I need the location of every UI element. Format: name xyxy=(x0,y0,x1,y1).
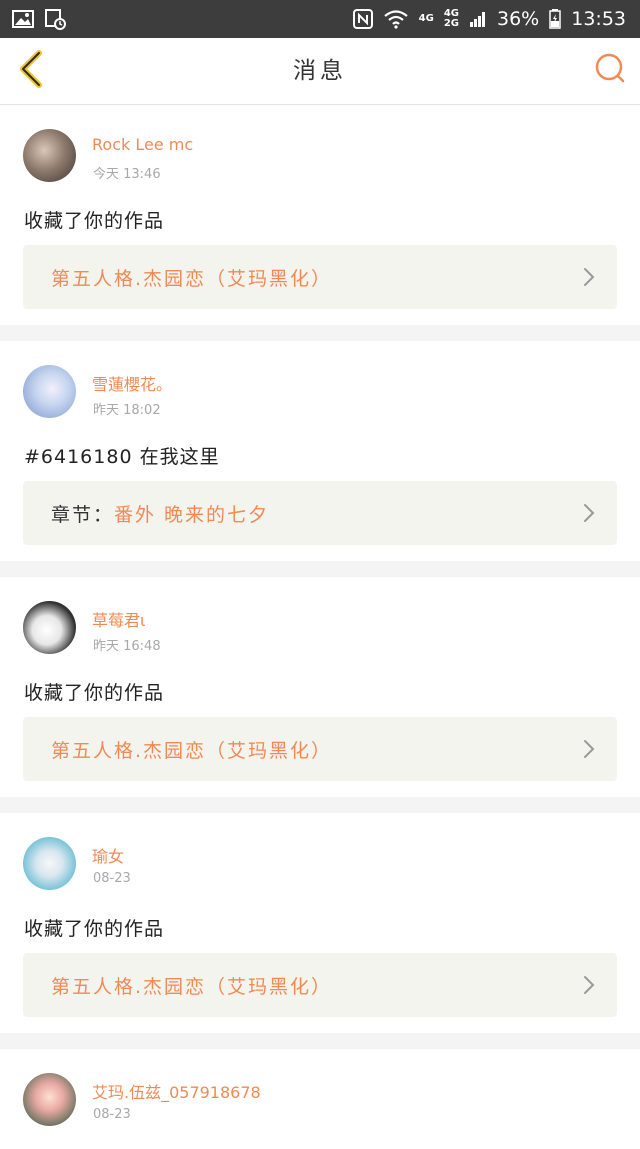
image-icon xyxy=(12,9,34,29)
status-bar: 4G 4G 2G 36% 13:53 xyxy=(0,0,640,38)
battery-icon xyxy=(549,9,561,29)
message-action: #6416180 在我这里 xyxy=(24,446,220,468)
avatar[interactable] xyxy=(23,837,76,890)
avatar[interactable] xyxy=(23,129,76,182)
message-card: 雪蓮櫻花。 昨天 18:02 #6416180 在我这里 章节：番外 晚来的七夕 xyxy=(0,341,640,561)
work-link[interactable]: 第五人格.杰园恋（艾玛黑化） xyxy=(23,717,617,781)
network-type-label-3: 2G xyxy=(443,18,459,29)
message-user-row: 草莓君ι 昨天 16:48 xyxy=(0,593,640,677)
gallery-sync-icon xyxy=(44,8,66,30)
message-user-row: 瑜女 08-23 xyxy=(0,829,640,913)
nfc-icon xyxy=(352,9,373,29)
message-card: 艾玛.伍兹_057918678 08-23 xyxy=(0,1049,640,1149)
message-action: 收藏了你的作品 xyxy=(24,682,165,704)
message-time: 08-23 xyxy=(93,871,131,886)
avatar[interactable] xyxy=(23,601,76,654)
app-header: 消息 xyxy=(0,38,640,105)
work-title: 第五人格.杰园恋（艾玛黑化） xyxy=(51,975,333,998)
avatar[interactable] xyxy=(23,365,76,418)
username[interactable]: 草莓君ι xyxy=(92,607,145,631)
message-user-row: Rock Lee mc 今天 13:46 xyxy=(0,121,640,205)
wifi-icon xyxy=(383,9,409,29)
search-icon xyxy=(594,53,626,89)
username[interactable]: 艾玛.伍兹_057918678 xyxy=(92,1079,261,1103)
username[interactable]: 瑜女 xyxy=(92,843,124,867)
chapter-label: 章节： xyxy=(51,503,115,526)
username[interactable]: 雪蓮櫻花。 xyxy=(92,371,172,395)
message-card: Rock Lee mc 今天 13:46 收藏了你的作品 第五人格.杰园恋（艾玛… xyxy=(0,105,640,325)
work-link[interactable]: 第五人格.杰园恋（艾玛黑化） xyxy=(23,245,617,309)
message-list: Rock Lee mc 今天 13:46 收藏了你的作品 第五人格.杰园恋（艾玛… xyxy=(0,105,640,1149)
signal-icon xyxy=(469,11,487,27)
chapter-title: 番外 晚来的七夕 xyxy=(114,503,270,526)
message-action: 收藏了你的作品 xyxy=(24,918,165,940)
chevron-right-icon xyxy=(583,267,595,291)
page-title: 消息 xyxy=(293,58,347,84)
battery-percent: 36% xyxy=(497,8,540,30)
username[interactable]: Rock Lee mc xyxy=(92,135,193,154)
message-user-row: 艾玛.伍兹_057918678 08-23 xyxy=(0,1065,640,1149)
work-title: 第五人格.杰园恋（艾玛黑化） xyxy=(51,267,333,290)
message-time: 今天 13:46 xyxy=(93,167,161,182)
chevron-right-icon xyxy=(583,975,595,999)
status-time: 13:53 xyxy=(571,8,626,30)
network-type-label: 4G xyxy=(418,13,434,24)
message-time: 昨天 18:02 xyxy=(93,403,161,418)
message-card: 草莓君ι 昨天 16:48 收藏了你的作品 第五人格.杰园恋（艾玛黑化） xyxy=(0,577,640,797)
message-card: 瑜女 08-23 收藏了你的作品 第五人格.杰园恋（艾玛黑化） xyxy=(0,813,640,1033)
message-user-row: 雪蓮櫻花。 昨天 18:02 xyxy=(0,357,640,441)
dual-network-label: 4G 2G xyxy=(444,9,459,29)
message-time: 昨天 16:48 xyxy=(93,639,161,654)
work-link[interactable]: 第五人格.杰园恋（艾玛黑化） xyxy=(23,953,617,1017)
work-title: 第五人格.杰园恋（艾玛黑化） xyxy=(51,739,333,762)
message-time: 08-23 xyxy=(93,1107,131,1122)
chapter-link[interactable]: 章节：番外 晚来的七夕 xyxy=(23,481,617,545)
chevron-right-icon xyxy=(583,503,595,527)
chevron-right-icon xyxy=(583,739,595,763)
message-action: 收藏了你的作品 xyxy=(24,210,165,232)
search-button[interactable] xyxy=(592,53,628,89)
avatar[interactable] xyxy=(23,1073,76,1126)
